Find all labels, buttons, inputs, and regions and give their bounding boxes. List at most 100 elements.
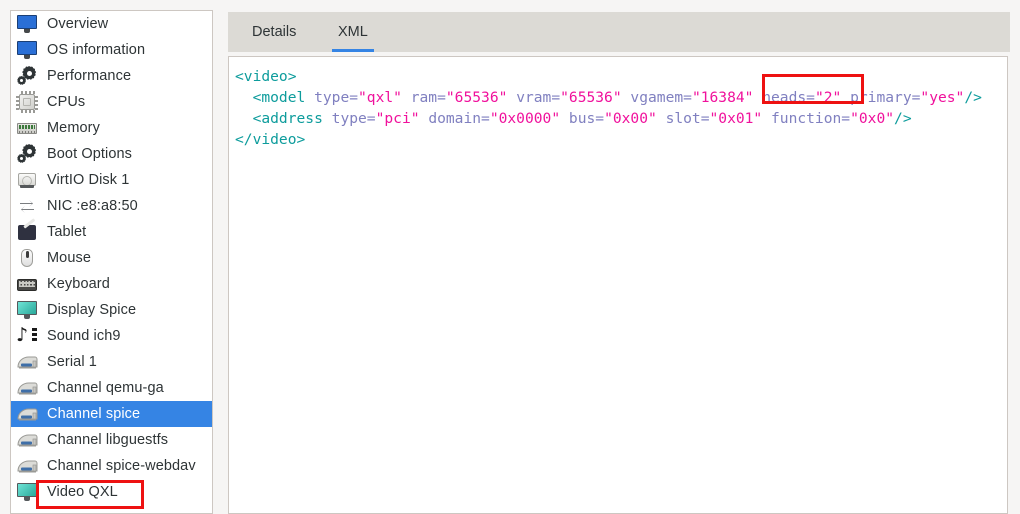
xml-token-val: "pci": [375, 110, 420, 127]
sidebar-item-label: Keyboard: [47, 276, 110, 292]
sidebar-item-mouse[interactable]: Mouse: [11, 245, 212, 271]
tablet-icon: [16, 218, 38, 243]
xml-token-val: "16384": [691, 89, 754, 106]
sidebar-item-serial-1[interactable]: Serial 1: [11, 349, 212, 375]
sidebar-item-tablet[interactable]: Tablet: [11, 218, 212, 245]
xml-token-attr: type=: [322, 110, 376, 127]
sidebar-item-label: Performance: [47, 68, 132, 84]
serial-device-icon: [16, 429, 38, 451]
xml-token-val: "2": [814, 89, 842, 106]
monitor-blue-icon: [16, 13, 38, 35]
sound-note-icon: ♪: [16, 325, 38, 347]
sidebar-item-cpus[interactable]: CPUs: [11, 89, 212, 115]
xml-line: </video>: [235, 129, 982, 150]
xml-token-attr: vgamem=: [621, 89, 692, 106]
xml-token-attr: vram=: [507, 89, 561, 106]
sidebar-item-label: Channel qemu-ga: [47, 380, 164, 396]
sidebar-item-overview[interactable]: Overview: [11, 11, 212, 37]
xml-line: <model type="qxl" ram="65536" vram="6553…: [235, 87, 982, 108]
serial-device-icon: [16, 455, 38, 477]
serial-device-icon: [16, 377, 38, 399]
xml-token-attr: bus=: [560, 110, 605, 127]
vm-hardware-details-window: Overview OS information Performance CPUs Mem…: [0, 0, 1020, 514]
xml-token-val: "0x01": [709, 110, 763, 127]
sidebar-item-label: Serial 1: [47, 354, 97, 370]
keyboard-icon: [16, 273, 38, 295]
sidebar-item-label: Display Spice: [47, 302, 137, 318]
sidebar-item-label: Channel spice-webdav: [47, 458, 196, 474]
sidebar-item-os-information[interactable]: OS information: [11, 37, 212, 63]
tab-details[interactable]: Details: [238, 12, 310, 52]
xml-token-attr: slot=: [656, 110, 710, 127]
xml-token-attr: primary=: [841, 89, 921, 106]
device-detail-panel: Details XML <video> <model type="qxl" ra…: [228, 12, 1010, 514]
xml-line: <video>: [235, 66, 982, 87]
xml-token-attr: function=: [762, 110, 851, 127]
sidebar-item-display-spice[interactable]: Display Spice: [11, 297, 212, 323]
gear-icon: [16, 65, 38, 87]
serial-device-icon: [16, 351, 38, 373]
sidebar-item-memory[interactable]: Memory: [11, 115, 212, 141]
sidebar-item-channel-libguestfs[interactable]: Channel libguestfs: [11, 427, 212, 453]
sidebar-item-keyboard[interactable]: Keyboard: [11, 271, 212, 297]
hard-disk-icon: [16, 169, 38, 191]
monitor-blue-icon: [16, 39, 38, 61]
tab-xml-label: XML: [338, 24, 368, 40]
xml-token-tag: />: [964, 89, 982, 106]
sidebar-item-label: CPUs: [47, 94, 86, 110]
sidebar-item-label: Tablet: [47, 224, 87, 240]
sidebar-item-label: OS information: [47, 42, 146, 58]
sidebar-item-label: NIC :e8:a8:50: [47, 198, 138, 214]
xml-editor-pane[interactable]: <video> <model type="qxl" ram="65536" vr…: [228, 56, 1008, 514]
display-teal-icon: [16, 299, 38, 321]
sidebar-item-channel-spice[interactable]: Channel spice: [11, 401, 212, 427]
sidebar-item-label: Video QXL: [47, 484, 118, 500]
xml-token-tag: </video>: [235, 131, 306, 148]
xml-token-val: "0x0": [850, 110, 895, 127]
xml-token-val: "65536": [560, 89, 622, 106]
mouse-icon: [16, 247, 38, 269]
xml-token-tag: />: [894, 110, 912, 127]
sidebar-item-channel-qemu-ga[interactable]: Channel qemu-ga: [11, 375, 212, 401]
xml-source-text[interactable]: <video> <model type="qxl" ram="65536" vr…: [235, 66, 982, 150]
xml-token-tag: <video>: [235, 68, 297, 85]
xml-token-attr: heads=: [753, 89, 815, 106]
gear-icon: [16, 143, 38, 165]
xml-token-tag: <model: [252, 89, 306, 106]
sidebar-item-boot-options[interactable]: Boot Options: [11, 141, 212, 167]
xml-token-val: "yes": [920, 89, 965, 106]
sidebar-item-video-qxl[interactable]: Video QXL: [11, 479, 212, 505]
xml-token-tag: <address: [252, 110, 323, 127]
xml-line: <address type="pci" domain="0x0000" bus=…: [235, 108, 982, 129]
xml-token-val: "0x00": [604, 110, 657, 127]
xml-token-val: "qxl": [358, 89, 402, 106]
xml-token-attr: domain=: [419, 110, 490, 127]
sidebar-item-label: Channel libguestfs: [47, 432, 169, 448]
xml-token-attr: type=: [305, 89, 359, 106]
sidebar-item-label: Boot Options: [47, 146, 133, 162]
hardware-list[interactable]: Overview OS information Performance CPUs Mem…: [10, 10, 213, 514]
memory-stick-icon: [16, 117, 38, 139]
sidebar-item-label: VirtIO Disk 1: [47, 172, 130, 188]
sidebar-item-label: Overview: [47, 16, 109, 32]
cpu-chip-icon: [16, 91, 38, 113]
sidebar-item-channel-spice-webdav[interactable]: Channel spice-webdav: [11, 453, 212, 479]
sidebar-item-virtio-disk-1[interactable]: VirtIO Disk 1: [11, 167, 212, 193]
sidebar-item-performance[interactable]: Performance: [11, 63, 212, 89]
display-teal-icon: [16, 481, 38, 503]
tab-xml[interactable]: XML: [324, 12, 382, 52]
tab-details-label: Details: [252, 24, 297, 40]
xml-token-val: "0x0000": [489, 110, 561, 127]
sidebar-item-nic-e8-a8-50[interactable]: NIC :e8:a8:50: [11, 193, 212, 219]
sidebar-item-label: Memory: [47, 120, 100, 136]
sidebar-item-label: Channel spice: [47, 406, 141, 422]
serial-device-icon: [16, 403, 38, 425]
network-arrows-icon: [16, 195, 38, 217]
xml-token-val: "65536": [445, 89, 508, 106]
tab-xml-underline: [332, 49, 374, 52]
sidebar-item-sound-ich9[interactable]: ♪ Sound ich9: [11, 323, 212, 349]
sidebar-item-label: Sound ich9: [47, 328, 121, 344]
xml-token-attr: ram=: [401, 89, 446, 106]
tab-details-underline: [246, 49, 302, 52]
tab-bar: Details XML: [228, 12, 1010, 52]
